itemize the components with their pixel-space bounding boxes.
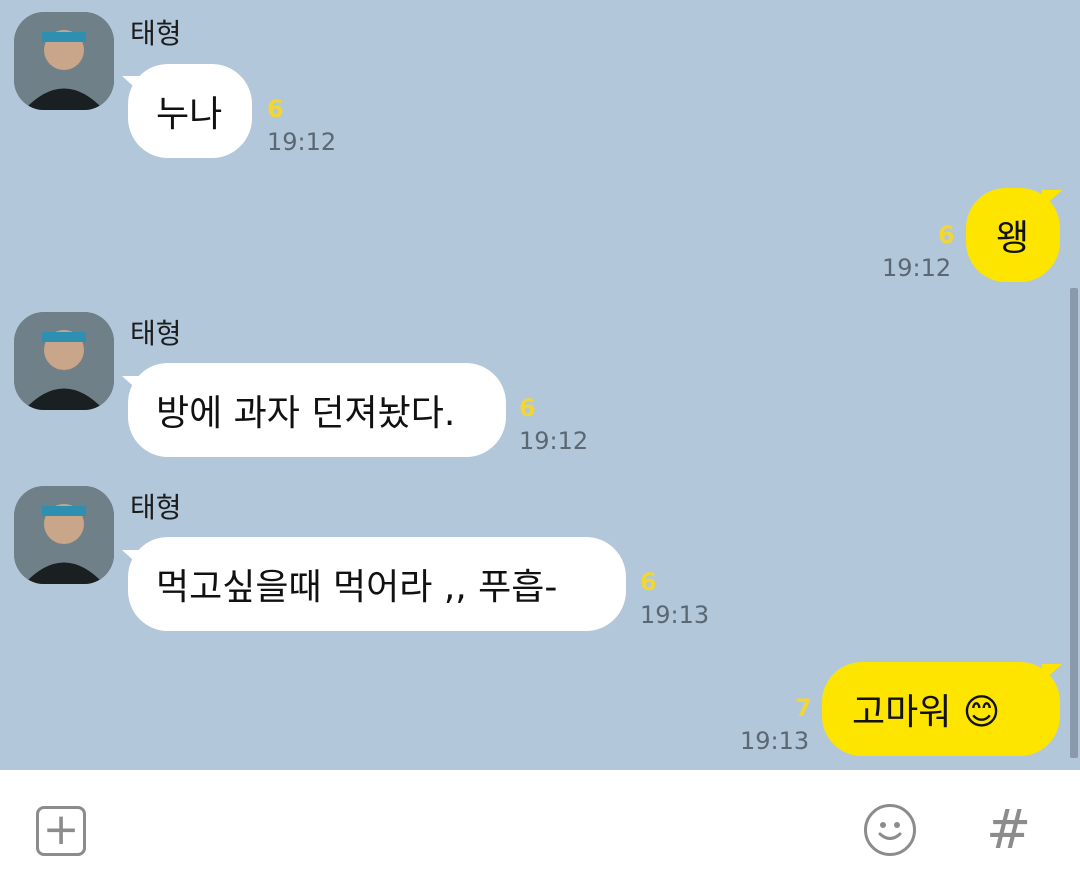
smiley-face-icon — [878, 822, 902, 840]
message-time: 19:13 — [740, 727, 810, 755]
avatar[interactable] — [14, 486, 114, 584]
message-time: 19:12 — [267, 128, 337, 156]
chat-area[interactable]: 태형 누나 6 19:12 왱 6 19:12 태형 방에 과자 던져놨다. 6… — [0, 0, 1080, 770]
input-bar: + # — [0, 770, 1080, 896]
avatar[interactable] — [14, 312, 114, 410]
unread-count: 6 — [519, 394, 536, 422]
unread-count: 6 — [938, 221, 955, 249]
emoticon-icon[interactable] — [864, 804, 916, 856]
message-bubble[interactable]: 먹고싶을때 먹어라 ,, 푸흡- — [128, 537, 626, 631]
hash-button[interactable]: # — [986, 800, 1031, 860]
unread-count: 7 — [795, 694, 812, 722]
scrollbar[interactable] — [1070, 288, 1078, 758]
sender-name: 태형 — [130, 491, 182, 524]
sender-name: 태형 — [130, 317, 182, 350]
plus-button[interactable]: + — [36, 806, 86, 856]
message-time: 19:12 — [519, 427, 589, 455]
message-bubble[interactable]: 고마워 😊 — [822, 662, 1060, 756]
unread-count: 6 — [267, 95, 284, 123]
message-time: 19:12 — [882, 254, 952, 282]
avatar[interactable] — [14, 12, 114, 110]
message-bubble[interactable]: 방에 과자 던져놨다. — [128, 363, 506, 457]
unread-count: 6 — [640, 568, 657, 596]
message-bubble[interactable]: 누나 — [128, 64, 252, 158]
message-time: 19:13 — [640, 601, 710, 629]
message-bubble[interactable]: 왱 — [966, 188, 1060, 282]
sender-name: 태형 — [130, 17, 182, 50]
